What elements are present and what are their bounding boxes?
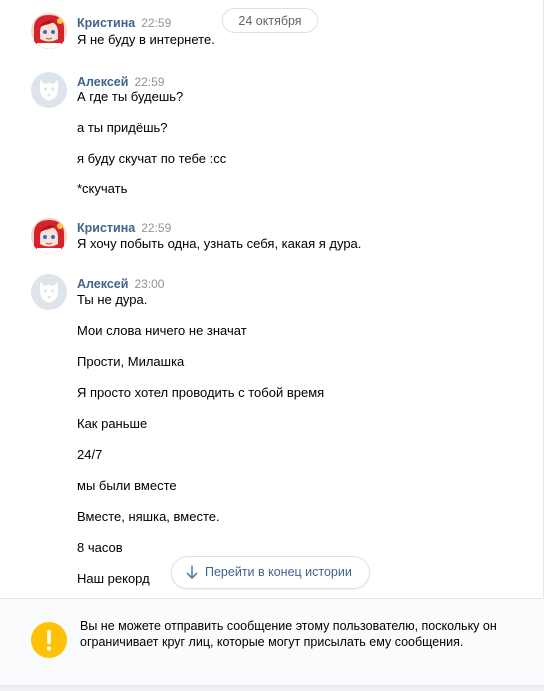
message-text: 8 часов (77, 540, 123, 555)
message-text: Как раньше (77, 416, 148, 431)
jump-to-end-button[interactable]: Перейти в конец истории (172, 557, 369, 588)
message-text: 24/7 (77, 447, 103, 462)
notice-text: Вы не можете отправить сообщение этому п… (80, 619, 497, 649)
message-text: Прости, Милашка (77, 354, 185, 369)
avatar[interactable] (31, 72, 67, 108)
author-name[interactable]: Алексей (77, 277, 128, 291)
message-time[interactable]: 23:00 (134, 277, 164, 291)
exclamation-icon (31, 622, 67, 658)
message-header: Алексей 23:00 (77, 276, 164, 292)
author-name[interactable]: Алексей (77, 75, 128, 89)
message-text: а ты придёшь? (77, 120, 168, 135)
author-name[interactable]: Кристина (77, 221, 135, 235)
message-header: Алексей 22:59 (77, 74, 164, 90)
message-time[interactable]: 22:59 (141, 221, 171, 235)
message-time[interactable]: 22:59 (134, 75, 164, 89)
message-text: Я хочу побыть одна, узнать себя, какая я… (77, 236, 362, 251)
date-separator: 24 октября (222, 8, 318, 33)
jump-button-label: Перейти в конец истории (205, 565, 352, 579)
message-text: Я просто хотел проводить с тобой время (77, 385, 325, 400)
message-text: Ты не дура. (77, 292, 148, 307)
message-text: Наш рекорд (77, 571, 150, 586)
message-text: *скучать (77, 181, 128, 196)
author-name[interactable]: Кристина (77, 16, 135, 30)
message-header: Кристина 22:59 (77, 15, 171, 31)
avatar[interactable] (31, 218, 67, 254)
message-text: Мои слова ничего не значат (77, 323, 247, 338)
avatar[interactable] (31, 13, 67, 49)
message-text: Я не буду в интернете. (77, 32, 215, 47)
avatar[interactable] (31, 274, 67, 310)
message-text: Вместе, няшка, вместе. (77, 509, 220, 524)
message-time[interactable]: 22:59 (141, 16, 171, 30)
divider (0, 685, 544, 691)
blocked-notice: Вы не можете отправить сообщение этому п… (0, 598, 544, 691)
message-history[interactable]: 24 октября Кристина 22:59 Я не буду в инт… (0, 0, 544, 598)
message-text: мы были вместе (77, 478, 177, 493)
message-text: А где ты будешь? (77, 89, 184, 104)
message-header: Кристина 22:59 (77, 220, 171, 236)
arrow-down-icon (186, 557, 198, 598)
message-text: я буду скучат по тебе :cc (77, 151, 227, 166)
